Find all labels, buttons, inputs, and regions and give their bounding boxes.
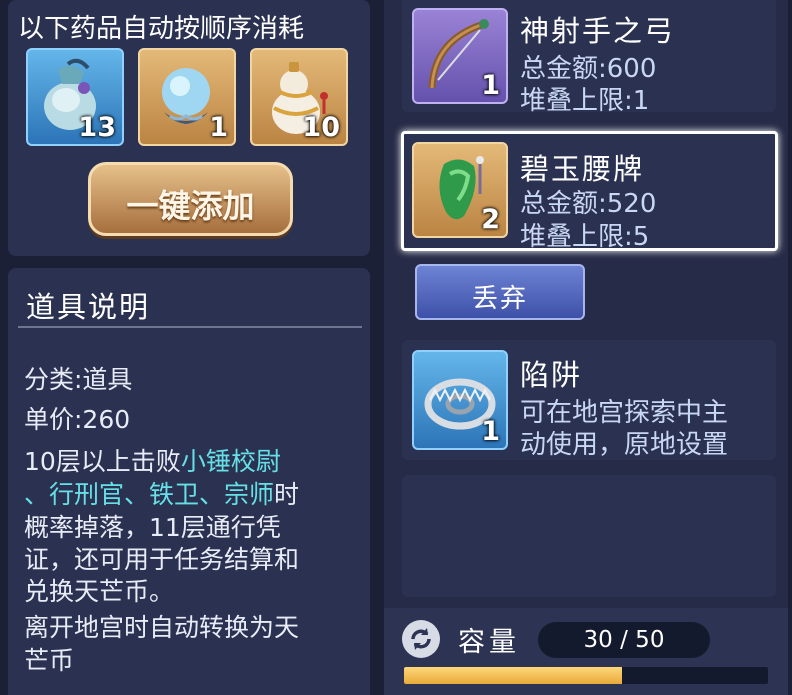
- capacity-bar-fill: [404, 667, 623, 684]
- discard-button[interactable]: 丢弃: [415, 264, 585, 320]
- item-count-jade-pendant: 2: [481, 204, 500, 235]
- potion-count-1: 13: [78, 112, 116, 143]
- item-count-trap: 1: [481, 416, 500, 447]
- capacity-bar-track: [404, 667, 768, 684]
- item-slot-jade-pendant[interactable]: 2: [412, 142, 508, 238]
- desc-line-1: 10层以上击败小锤校尉: [24, 442, 281, 478]
- desc-line-1-text: 10层以上击败: [24, 447, 181, 476]
- potion-slot-1[interactable]: 13: [26, 48, 124, 146]
- item-name-bow: 神射手之弓: [520, 14, 676, 48]
- desc-highlight-1: 小锤校尉: [180, 447, 281, 476]
- item-name-trap: 陷阱: [520, 358, 583, 392]
- item-info-title: 道具说明: [26, 290, 151, 324]
- desc-line-5: 兑换天芒币。: [24, 577, 175, 606]
- capacity-label: 容量: [458, 627, 520, 658]
- desc-line-2: 、行刑官、铁卫、宗师时: [24, 475, 299, 511]
- desc-line-4: 证，还可用于任务结算和: [24, 545, 300, 574]
- item-stack-jade-pendant: 堆叠上限:5: [520, 222, 650, 252]
- item-stack-bow: 堆叠上限:1: [520, 86, 650, 116]
- item-count-bow: 1: [481, 70, 500, 101]
- potion-panel: 以下药品自动按顺序消耗 13 1 10 一键添加: [8, 0, 370, 256]
- title-divider: [18, 326, 362, 328]
- desc-line-7: 芒币: [24, 646, 75, 675]
- inventory-empty-slot[interactable]: [402, 475, 776, 597]
- desc-line-3: 概率掉落，11层通行凭: [24, 513, 281, 542]
- capacity-value-pill: 30 / 50: [538, 622, 710, 658]
- item-slot-trap[interactable]: 1: [412, 350, 508, 450]
- item-category: 分类:道具: [24, 365, 133, 394]
- item-slot-bow[interactable]: 1: [412, 8, 508, 104]
- item-name-jade-pendant: 碧玉腰牌: [520, 152, 645, 186]
- desc-highlight-2: 、行刑官、铁卫、宗师: [24, 480, 275, 509]
- potion-count-2: 1: [209, 112, 228, 143]
- desc-line-6: 离开地宫时自动转换为天: [24, 613, 300, 642]
- potion-slot-2[interactable]: 1: [138, 48, 236, 146]
- capacity-value: 30 / 50: [583, 627, 665, 653]
- potion-panel-title: 以下药品自动按顺序消耗: [18, 14, 305, 44]
- refresh-icon[interactable]: [402, 620, 440, 658]
- one-click-add-label: 一键添加: [126, 187, 255, 225]
- desc-line-2-text: 时: [274, 480, 300, 509]
- potion-slot-3[interactable]: 10: [250, 48, 348, 146]
- item-unit-price: 单价:260: [24, 405, 131, 434]
- item-desc-trap-2: 动使用，原地设置: [520, 430, 729, 460]
- discard-label: 丢弃: [471, 284, 528, 314]
- item-total-jade-pendant: 总金额:520: [520, 189, 657, 219]
- potion-count-3: 10: [302, 112, 340, 143]
- one-click-add-button[interactable]: 一键添加: [88, 162, 293, 236]
